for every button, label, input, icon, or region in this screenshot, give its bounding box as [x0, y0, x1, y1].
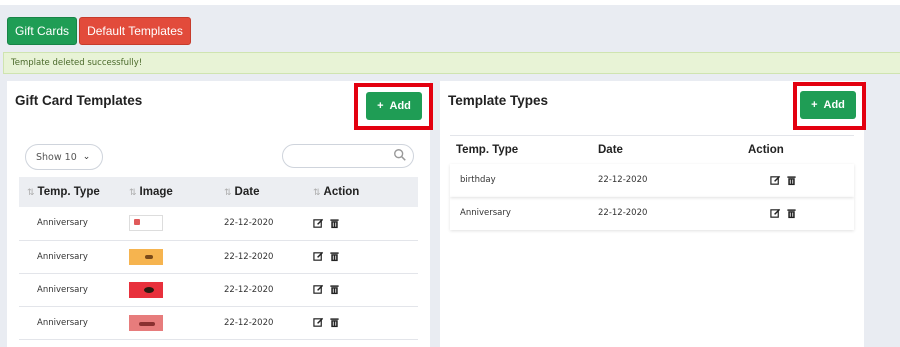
- panel-title: Template Types: [448, 93, 549, 108]
- action-cell: [748, 197, 854, 230]
- row-actions: [770, 175, 854, 186]
- table-row: Anniversary 22-12-2020: [19, 273, 418, 307]
- success-alert: Template deleted successfully!: [3, 52, 900, 74]
- add-template-type-button[interactable]: + Add: [800, 91, 856, 119]
- column-header-image[interactable]: ⇅ Image: [129, 177, 224, 207]
- column-header-date: Date: [598, 143, 623, 156]
- row-actions: [313, 284, 418, 295]
- template-types-panel: Template Types + Add Temp. Type Date Act…: [440, 81, 866, 347]
- table-row: Anniversary 22-12-2020: [19, 306, 418, 340]
- column-label: Temp. Type: [37, 186, 100, 198]
- row-actions: [313, 218, 418, 229]
- template-thumbnail[interactable]: [129, 248, 163, 265]
- column-label: Image: [139, 186, 173, 198]
- image-cell: [129, 240, 224, 274]
- image-cell: [129, 207, 224, 241]
- edit-icon[interactable]: [313, 284, 324, 295]
- edit-icon[interactable]: [313, 218, 324, 229]
- temp-type-cell: Anniversary: [19, 273, 129, 307]
- temp-type-cell: Anniversary: [460, 208, 511, 218]
- search-icon: [394, 149, 406, 161]
- action-cell: [748, 164, 854, 197]
- column-header-action: Action: [748, 143, 784, 156]
- top-header-strip: [0, 0, 900, 5]
- edit-icon[interactable]: [770, 208, 781, 219]
- show-entries-select[interactable]: Show 10 ⌄: [25, 144, 103, 170]
- row-actions: [770, 208, 854, 219]
- trash-icon[interactable]: [329, 251, 340, 262]
- trash-icon[interactable]: [329, 317, 340, 328]
- temp-type-cell: Anniversary: [19, 306, 129, 340]
- table-row: Anniversary 22-12-2020: [19, 240, 418, 274]
- table-header-row: Temp. Type Date Action: [450, 135, 854, 164]
- template-thumbnail[interactable]: [129, 215, 163, 232]
- temp-type-cell: Anniversary: [19, 240, 129, 274]
- edit-icon[interactable]: [770, 175, 781, 186]
- add-label: Add: [389, 100, 411, 112]
- date-cell: 22-12-2020: [224, 207, 313, 241]
- table-row: birthday 22-12-2020: [450, 164, 854, 197]
- add-label: Add: [823, 99, 845, 111]
- date-cell: 22-12-2020: [598, 175, 648, 185]
- show-entries-value: Show 10: [36, 151, 77, 163]
- action-cell: [313, 306, 418, 340]
- action-cell: [313, 240, 418, 274]
- date-cell: 22-12-2020: [224, 306, 313, 340]
- trash-icon[interactable]: [786, 208, 797, 219]
- trash-icon[interactable]: [329, 218, 340, 229]
- date-cell: 22-12-2020: [224, 273, 313, 307]
- image-cell: [129, 273, 224, 307]
- plus-icon: +: [811, 99, 818, 111]
- date-cell: 22-12-2020: [224, 240, 313, 274]
- alert-message: Template deleted successfully!: [11, 58, 143, 68]
- gift-card-templates-panel: Gift Card Templates + Add Show 10 ⌄ ⇅ Tem…: [7, 81, 433, 347]
- column-label: Date: [234, 186, 260, 198]
- plus-icon: +: [377, 100, 384, 112]
- column-header-temp-type[interactable]: ⇅ Temp. Type: [19, 177, 129, 207]
- sort-icon: ⇅: [129, 187, 137, 197]
- template-thumbnail[interactable]: [129, 314, 163, 331]
- sort-icon: ⇅: [313, 187, 321, 197]
- templates-table: ⇅ Temp. Type ⇅ Image ⇅ Date ⇅ Action Anniver…: [19, 177, 418, 340]
- table-header-row: ⇅ Temp. Type ⇅ Image ⇅ Date ⇅ Action: [19, 177, 418, 207]
- row-actions: [313, 251, 418, 262]
- trash-icon[interactable]: [786, 175, 797, 186]
- table-row: Anniversary 22-12-2020: [19, 207, 418, 241]
- search-input[interactable]: [282, 144, 414, 168]
- action-cell: [313, 207, 418, 241]
- temp-type-cell: birthday: [460, 175, 496, 185]
- column-label: Action: [323, 186, 360, 198]
- temp-type-cell: Anniversary: [19, 207, 129, 241]
- default-templates-button[interactable]: Default Templates: [79, 17, 191, 45]
- sort-icon: ⇅: [224, 187, 232, 197]
- template-thumbnail[interactable]: [129, 281, 163, 298]
- gift-cards-button[interactable]: Gift Cards: [7, 17, 77, 45]
- chevron-down-icon: ⌄: [82, 152, 91, 162]
- template-types-table: Temp. Type Date Action birthday 22-12-20…: [450, 135, 854, 230]
- add-template-button[interactable]: + Add: [366, 92, 422, 120]
- date-cell: 22-12-2020: [598, 208, 648, 218]
- action-cell: [313, 273, 418, 307]
- table-row: Anniversary 22-12-2020: [450, 197, 854, 230]
- column-header-action[interactable]: ⇅ Action: [313, 177, 418, 207]
- panel-title: Gift Card Templates: [15, 93, 143, 108]
- image-cell: [129, 306, 224, 340]
- sort-icon: ⇅: [27, 187, 35, 197]
- column-header-date[interactable]: ⇅ Date: [224, 177, 313, 207]
- column-header-temp-type: Temp. Type: [456, 143, 519, 156]
- edit-icon[interactable]: [313, 317, 324, 328]
- edit-icon[interactable]: [313, 251, 324, 262]
- trash-icon[interactable]: [329, 284, 340, 295]
- row-actions: [313, 317, 418, 328]
